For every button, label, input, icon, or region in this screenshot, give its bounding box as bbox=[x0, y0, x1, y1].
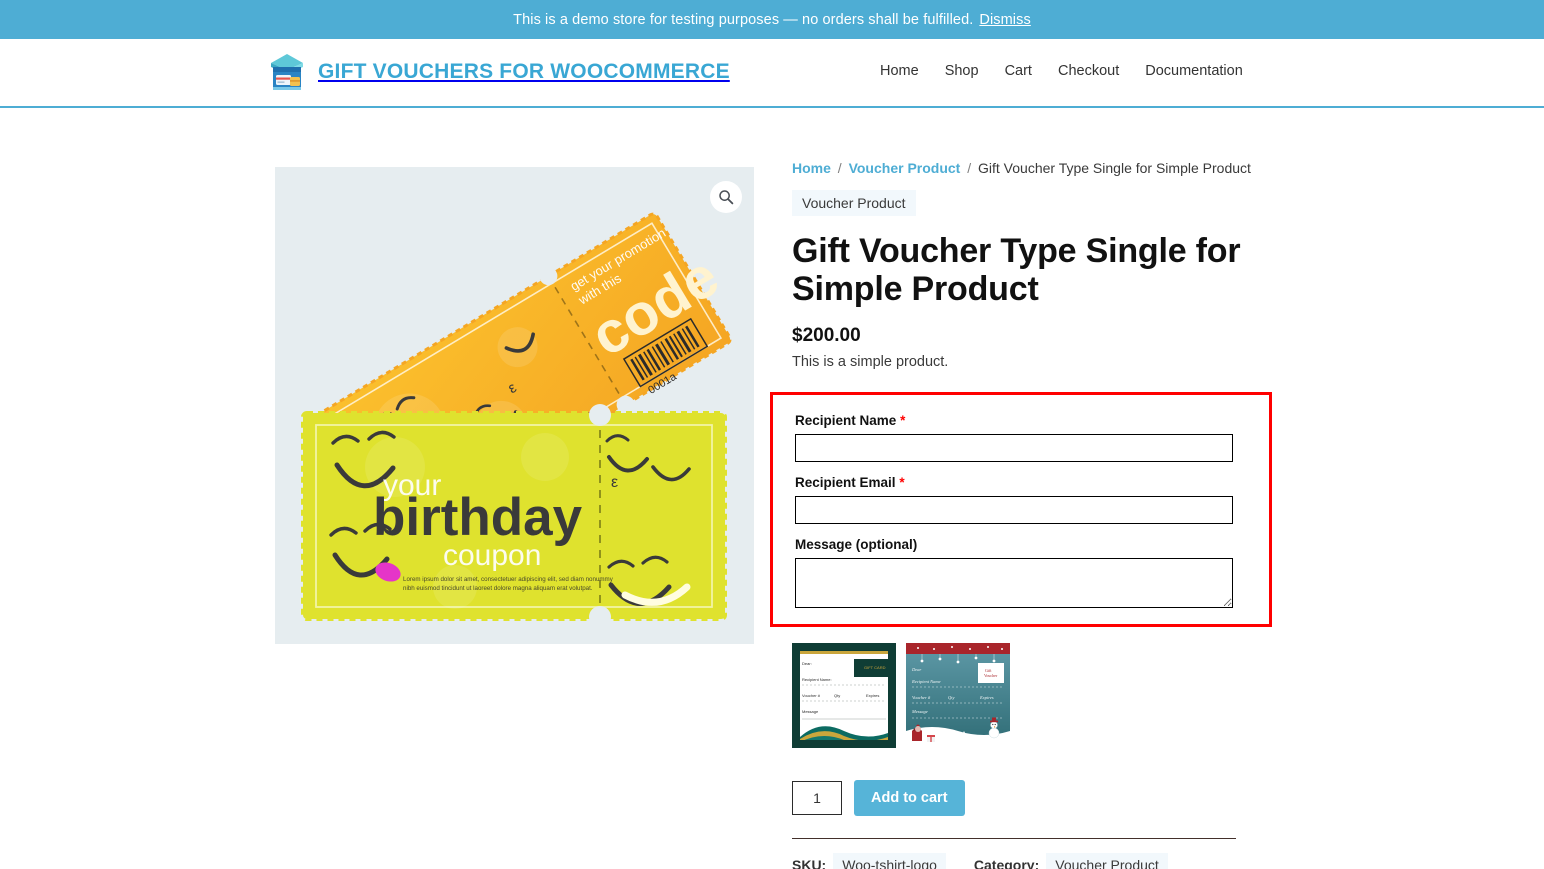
breadcrumb-current: Gift Voucher Type Single for Simple Prod… bbox=[978, 160, 1251, 176]
svg-text:GIFT CARD: GIFT CARD bbox=[864, 665, 886, 670]
nav-item-checkout[interactable]: Checkout bbox=[1058, 63, 1119, 79]
voucher-template-thumb-christmas[interactable]: Gift Voucher Dear Recipient Name Voucher… bbox=[906, 642, 1010, 748]
svg-text:Message: Message bbox=[802, 709, 819, 714]
recipient-name-label: Recipient Name * bbox=[795, 413, 1247, 428]
recipient-name-label-text: Recipient Name bbox=[795, 412, 897, 428]
recipient-name-required-marker: * bbox=[900, 412, 906, 428]
svg-text:Voucher: Voucher bbox=[984, 673, 998, 678]
recipient-email-label-text: Recipient Email bbox=[795, 474, 896, 490]
product-short-description: This is a simple product. bbox=[792, 353, 949, 370]
svg-text:Voucher #: Voucher # bbox=[912, 695, 931, 700]
add-to-cart-row: Add to cart bbox=[792, 779, 1244, 816]
site-header: GIFT VOUCHERS FOR WOOCOMMERCE Home Shop … bbox=[0, 39, 1544, 108]
page-title: Gift Voucher Type Single for Simple Prod… bbox=[792, 232, 1241, 309]
svg-text:Voucher #: Voucher # bbox=[802, 693, 821, 698]
breadcrumb-separator-2: / bbox=[967, 160, 972, 176]
demo-banner-text: This is a demo store for testing purpose… bbox=[513, 11, 974, 28]
nav-item-documentation[interactable]: Documentation bbox=[1145, 63, 1243, 79]
recipient-email-input[interactable] bbox=[795, 495, 1233, 524]
category-label: Category: bbox=[973, 856, 1040, 869]
breadcrumb: Home / Voucher Product / Gift Voucher Ty… bbox=[792, 160, 1251, 176]
shop-storefront-icon bbox=[268, 51, 306, 93]
main-navigation: Home Shop Cart Checkout Documentation bbox=[880, 63, 1243, 79]
message-textarea[interactable] bbox=[795, 557, 1233, 608]
svg-text:Expires: Expires bbox=[979, 695, 994, 700]
svg-text:Lorem ipsum dolor sit amet, co: Lorem ipsum dolor sit amet, consectetuer… bbox=[403, 576, 614, 583]
breadcrumb-link-home[interactable]: Home bbox=[792, 160, 831, 176]
nav-item-shop[interactable]: Shop bbox=[945, 63, 979, 79]
svg-text:Recipient Name:: Recipient Name: bbox=[802, 677, 832, 682]
message-label: Message (optional) bbox=[795, 536, 918, 552]
recipient-email-label: Recipient Email * bbox=[795, 475, 1247, 490]
product-summary: Home / Voucher Product / Gift Voucher Ty… bbox=[770, 160, 1272, 869]
dismiss-banner-link[interactable]: Dismiss bbox=[979, 12, 1030, 28]
voucher-recipient-form: Recipient Name * Recipient Email * Messa… bbox=[770, 391, 1272, 627]
svg-text:coupon: coupon bbox=[443, 539, 541, 572]
product-category-tag[interactable]: Voucher Product bbox=[792, 190, 916, 216]
breadcrumb-separator-1: / bbox=[837, 160, 842, 176]
svg-text:Dear:: Dear: bbox=[802, 661, 812, 666]
voucher-template-thumbnails: GIFT CARD Dear: Recipient Name: Voucher … bbox=[792, 642, 1244, 748]
product-gallery[interactable]: ε get your promotion with this code 0001… bbox=[275, 167, 754, 644]
svg-text:Qty: Qty bbox=[948, 695, 955, 700]
svg-text:Message: Message bbox=[911, 709, 928, 714]
svg-text:nibh euismod tincidunt ut laor: nibh euismod tincidunt ut laoreet dolore… bbox=[403, 585, 593, 592]
svg-text:Recipient Name: Recipient Name bbox=[911, 679, 941, 684]
product-meta-divider bbox=[792, 837, 1236, 839]
nav-item-home[interactable]: Home bbox=[880, 63, 919, 79]
add-to-cart-button[interactable]: Add to cart bbox=[854, 779, 965, 816]
svg-text:Qty: Qty bbox=[834, 693, 840, 698]
demo-store-banner: This is a demo store for testing purpose… bbox=[0, 0, 1544, 39]
product-page: ε get your promotion with this code 0001… bbox=[0, 108, 1544, 869]
category-value[interactable]: Voucher Product bbox=[1046, 852, 1168, 869]
magnifier-icon bbox=[718, 189, 734, 205]
product-meta: SKU: Woo-tshirt-logo Category: Voucher P… bbox=[792, 852, 1244, 869]
zoom-image-button[interactable] bbox=[710, 181, 742, 213]
svg-text:Expires: Expires bbox=[866, 693, 879, 698]
nav-item-cart[interactable]: Cart bbox=[1005, 63, 1032, 79]
product-price: $200.00 bbox=[792, 324, 861, 346]
voucher-template-thumb-dark-green[interactable]: GIFT CARD Dear: Recipient Name: Voucher … bbox=[792, 642, 896, 748]
svg-text:Dear: Dear bbox=[911, 667, 921, 672]
sku-value: Woo-tshirt-logo bbox=[833, 852, 946, 869]
quantity-input[interactable] bbox=[792, 780, 842, 815]
brand-title: GIFT VOUCHERS FOR WOOCOMMERCE bbox=[318, 60, 730, 83]
recipient-name-input[interactable] bbox=[795, 433, 1233, 462]
site-logo-link[interactable]: GIFT VOUCHERS FOR WOOCOMMERCE bbox=[268, 51, 730, 93]
svg-text:ε: ε bbox=[611, 474, 618, 491]
breadcrumb-link-category[interactable]: Voucher Product bbox=[849, 160, 961, 176]
sku-label: SKU: bbox=[792, 856, 827, 869]
recipient-email-required-marker: * bbox=[899, 474, 905, 490]
